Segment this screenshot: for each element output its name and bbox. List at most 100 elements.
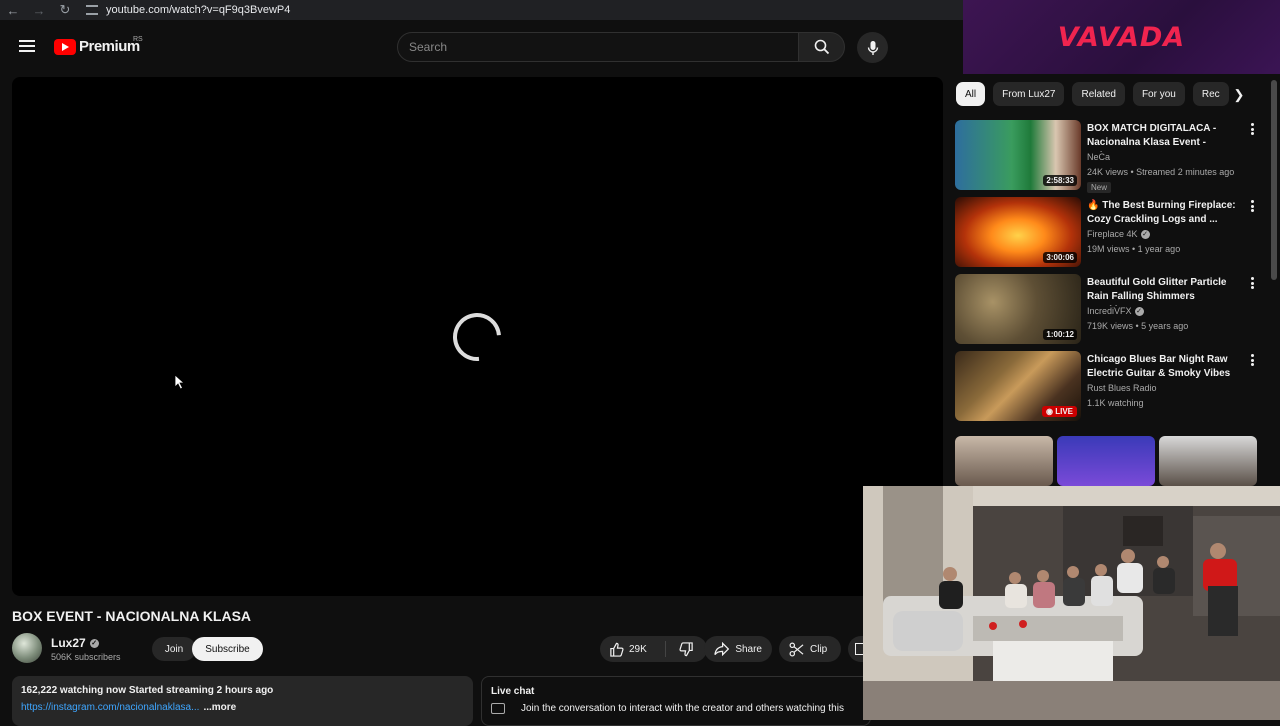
subscriber-count: 506K subscribers: [51, 652, 121, 662]
video-thumbnail[interactable]: 1:00:12: [955, 274, 1081, 344]
short-thumbnail[interactable]: [955, 436, 1053, 486]
loading-spinner-icon: [443, 303, 511, 371]
short-thumbnail[interactable]: [1057, 436, 1155, 486]
chevron-right-icon[interactable]: ❯: [1230, 86, 1248, 104]
short-thumbnail[interactable]: [1159, 436, 1257, 486]
join-button[interactable]: Join: [152, 637, 196, 661]
chat-icon: [491, 703, 505, 714]
live-chat-prompt-row[interactable]: Join the conversation to interact with t…: [491, 703, 861, 714]
mouse-cursor-icon: [174, 374, 186, 390]
url-text: youtube.com/watch?v=qF9q3BvewP4: [106, 4, 291, 16]
webcam-overlay: [863, 486, 1280, 720]
browser-toolbar: ← → ↻ youtube.com/watch?v=qF9q3BvewP4: [0, 0, 963, 20]
voice-search-button[interactable]: [857, 32, 888, 63]
video-thumbnail[interactable]: 3:00:06: [955, 197, 1081, 267]
video-duration: 3:00:06: [1043, 252, 1077, 263]
video-meta: 1.1K watching: [1087, 398, 1144, 408]
chip-from-lux27[interactable]: From Lux27: [993, 82, 1065, 106]
verified-icon: ✓: [1134, 306, 1144, 316]
new-badge: New: [1087, 182, 1112, 193]
more-button[interactable]: ...more: [203, 702, 236, 713]
chip-related[interactable]: Related: [1072, 82, 1125, 106]
like-count: 29K: [629, 643, 647, 655]
video-duration: 2:58:33: [1043, 175, 1077, 186]
more-actions-icon[interactable]: [1247, 122, 1257, 136]
chip-all[interactable]: All: [956, 82, 986, 106]
filter-chips: All From Lux27 Related For you Rec: [956, 82, 1256, 107]
rec-channel[interactable]: Fireplace 4K ✓: [1087, 229, 1150, 239]
more-actions-icon[interactable]: [1247, 276, 1257, 290]
video-thumbnail[interactable]: ◉ LIVE: [955, 351, 1081, 421]
vavada-ad-overlay: VAVADA: [963, 0, 1280, 74]
youtube-play-icon: [54, 38, 76, 55]
description-box[interactable]: 162,222 watching now Started streaming 2…: [12, 676, 473, 726]
chip-recently-uploaded[interactable]: Rec: [1192, 82, 1229, 106]
webcam-scene: [863, 486, 1280, 720]
logo-text: Premium: [79, 38, 140, 55]
list-item[interactable]: 1:00:12 Beautiful Gold Glitter Particle …: [955, 274, 1265, 351]
share-button[interactable]: Share: [704, 636, 772, 662]
address-bar[interactable]: youtube.com/watch?v=qF9q3BvewP4: [86, 4, 290, 16]
video-player[interactable]: [12, 77, 943, 596]
list-item[interactable]: ◉ LIVE Chicago Blues Bar Night Raw Elect…: [955, 351, 1265, 428]
list-item[interactable]: 3:00:06 🔥 The Best Burning Fireplace: Co…: [955, 197, 1265, 274]
video-title-link[interactable]: Chicago Blues Bar Night Raw Electric Gui…: [1087, 353, 1239, 381]
search-placeholder: Search: [409, 40, 448, 54]
description-link-row: https://instagram.com/nacionalnaklasa...…: [21, 702, 464, 713]
live-chat-title: Live chat: [491, 686, 535, 697]
ad-brand: VAVADA: [1057, 21, 1186, 53]
sidebar-scrollbar[interactable]: [1271, 80, 1277, 280]
channel-row: Lux27 ✓ 506K subscribers Join Subscribe …: [12, 633, 867, 665]
video-title-link[interactable]: Beautiful Gold Glitter Particle Rain Fal…: [1087, 276, 1239, 306]
thumbs-down-icon: [678, 641, 693, 656]
search-icon: [814, 39, 829, 55]
dislike-button[interactable]: [666, 641, 706, 657]
youtube-header: Premium RS Search: [0, 20, 963, 74]
thumbs-up-icon: [610, 642, 624, 657]
instagram-link[interactable]: https://instagram.com/nacionalnaklasa...: [21, 702, 199, 713]
channel-name: NeCa: [1087, 152, 1111, 162]
video-title-link[interactable]: 🔥 The Best Burning Fireplace: Cozy Crack…: [1087, 199, 1239, 227]
description-stats: 162,222 watching now Started streaming 2…: [21, 685, 274, 696]
reload-icon[interactable]: ↻: [52, 0, 78, 20]
back-icon[interactable]: ←: [0, 0, 26, 20]
video-duration: 1:00:12: [1043, 329, 1077, 340]
video-title: BOX EVENT - NACIONALNA KLASA: [12, 608, 252, 624]
channel-name: Lux27: [51, 636, 86, 650]
site-settings-icon[interactable]: [86, 5, 98, 15]
live-chat-prompt: Join the conversation to interact with t…: [521, 703, 844, 714]
verified-icon: ✓: [89, 638, 99, 648]
video-meta: 719K views • 5 years ago: [1087, 321, 1189, 331]
video-meta: 19M views • 1 year ago: [1087, 244, 1181, 254]
save-icon: [855, 643, 863, 655]
share-icon: [714, 642, 730, 656]
rec-channel[interactable]: IncrediVFX ✓: [1087, 306, 1144, 316]
rec-channel[interactable]: Rust Blues Radio: [1087, 383, 1157, 393]
microphone-icon: [867, 40, 878, 55]
video-meta: 24K views • Streamed 2 minutes ago: [1087, 167, 1235, 177]
more-actions-icon[interactable]: [1247, 353, 1257, 367]
subscribe-button[interactable]: Subscribe: [192, 637, 263, 661]
youtube-premium-logo[interactable]: Premium: [54, 38, 140, 55]
forward-icon[interactable]: →: [26, 0, 52, 20]
scissors-icon: [789, 642, 804, 656]
hamburger-menu-icon[interactable]: [19, 40, 35, 52]
channel-name: Fireplace 4K: [1087, 229, 1138, 239]
search-input[interactable]: Search: [397, 32, 799, 62]
like-button[interactable]: 29K: [600, 641, 666, 657]
channel-name-link[interactable]: Lux27 ✓: [51, 636, 99, 650]
channel-name: Rust Blues Radio: [1087, 383, 1157, 393]
live-badge: ◉ LIVE: [1042, 406, 1077, 417]
clip-button[interactable]: Clip: [779, 636, 841, 662]
video-thumbnail[interactable]: 2:58:33: [955, 120, 1081, 190]
like-dislike-group: 29K: [600, 636, 707, 662]
chip-for-you[interactable]: For you: [1132, 82, 1185, 106]
more-actions-icon[interactable]: [1247, 199, 1257, 213]
video-title-link[interactable]: BOX MATCH DIGITALACA - Nacionalna Klasa …: [1087, 122, 1239, 152]
live-chat-panel: Live chat Join the conversation to inter…: [481, 676, 871, 726]
channel-avatar[interactable]: [12, 633, 42, 663]
search-button[interactable]: [798, 32, 845, 62]
shorts-row: [955, 436, 1260, 486]
list-item[interactable]: 2:58:33 BOX MATCH DIGITALACA - Nacionaln…: [955, 120, 1265, 197]
rec-channel[interactable]: NeCa: [1087, 152, 1110, 162]
